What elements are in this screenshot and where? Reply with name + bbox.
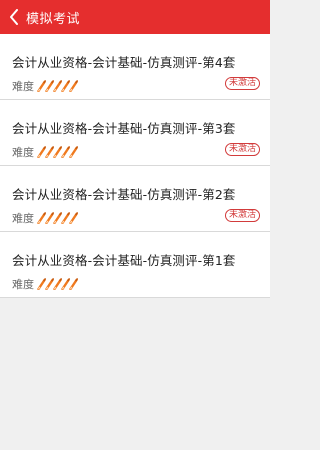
difficulty-label: 难度 [12, 80, 34, 93]
status-badge: 未激活 [224, 77, 260, 90]
difficulty-rating [37, 146, 78, 158]
difficulty-label: 难度 [12, 278, 34, 291]
exam-title: 会计从业资格-会计基础-仿真测评-第3套 [12, 121, 236, 136]
back-button[interactable] [2, 0, 26, 34]
difficulty-row: 难度 [12, 276, 78, 292]
exam-title: 会计从业资格-会计基础-仿真测评-第1套 [12, 253, 236, 268]
chevron-left-icon [10, 9, 18, 25]
exam-title: 会计从业资格-会计基础-仿真测评-第2套 [12, 187, 236, 202]
difficulty-row: 难度 [12, 78, 78, 94]
exam-item[interactable]: 会计从业资格-会计基础-仿真测评-第1套 难度 [0, 232, 270, 298]
difficulty-rating [37, 278, 78, 290]
app-header: 模拟考试 [0, 0, 270, 34]
pencil-icon [69, 212, 78, 224]
pencil-icon [69, 146, 78, 158]
page-title: 模拟考试 [26, 11, 81, 27]
exam-item[interactable]: 会计从业资格-会计基础-仿真测评-第2套 难度 未激活 [0, 166, 270, 232]
status-badge: 未激活 [224, 209, 260, 222]
difficulty-row: 难度 [12, 210, 78, 226]
pencil-icon [69, 278, 78, 290]
status-badge: 未激活 [224, 143, 260, 156]
difficulty-row: 难度 [12, 144, 78, 160]
exam-item[interactable]: 会计从业资格-会计基础-仿真测评-第3套 难度 未激活 [0, 100, 270, 166]
exam-item[interactable]: 会计从业资格-会计基础-仿真测评-第4套 难度 未激活 [0, 34, 270, 100]
empty-area [0, 305, 270, 450]
exam-list: 会计从业资格-会计基础-仿真测评-第4套 难度 未激活 会计从业资格-会计基础-… [0, 34, 270, 298]
pencil-icon [69, 80, 78, 92]
difficulty-rating [37, 212, 78, 224]
exam-title: 会计从业资格-会计基础-仿真测评-第4套 [12, 55, 236, 70]
difficulty-rating [37, 80, 78, 92]
difficulty-label: 难度 [12, 146, 34, 159]
difficulty-label: 难度 [12, 212, 34, 225]
